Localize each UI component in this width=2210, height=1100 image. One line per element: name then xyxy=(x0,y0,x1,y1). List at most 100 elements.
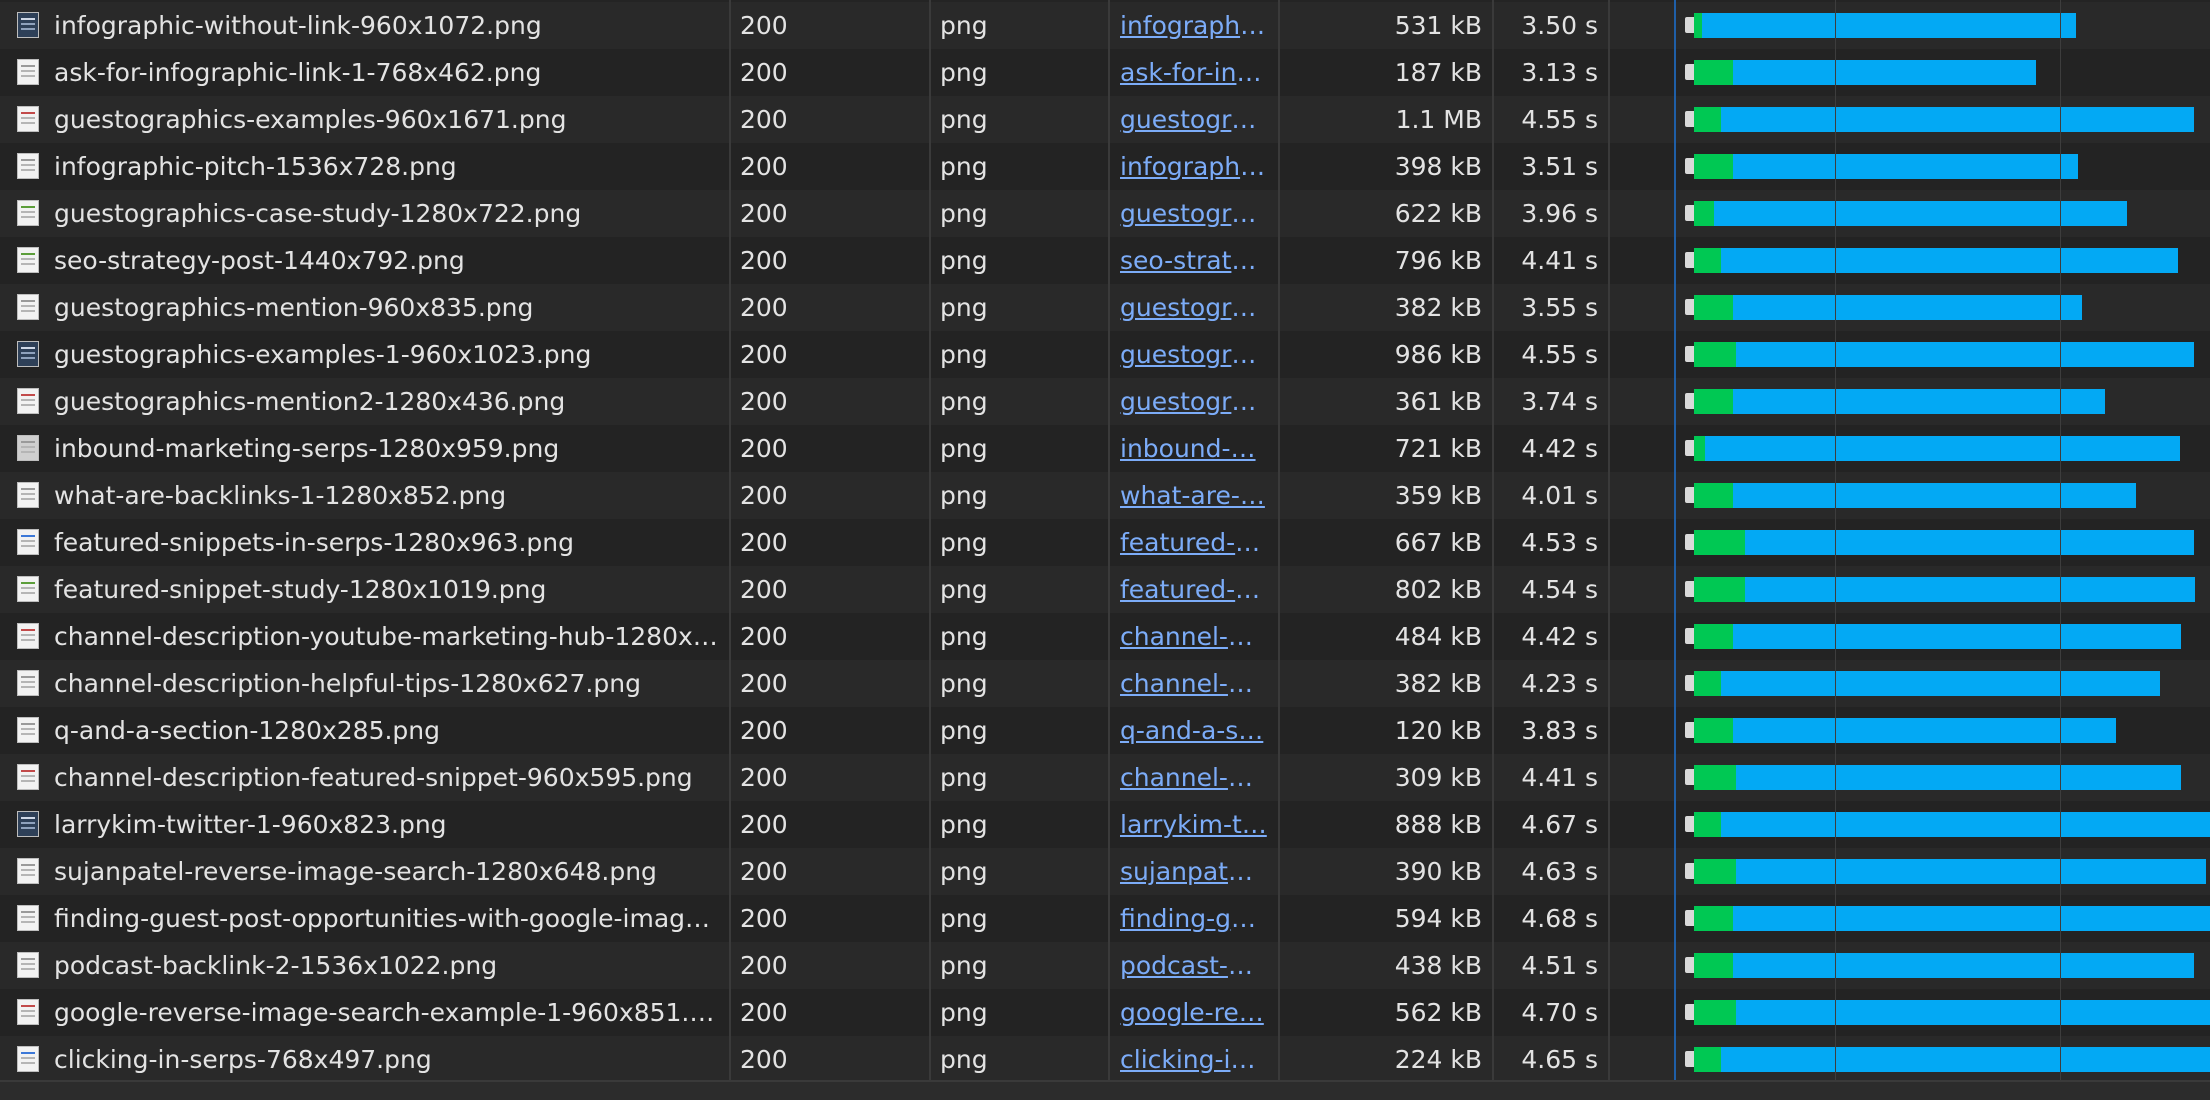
table-row[interactable]: seo-strategy-post-1440x792.png 200 png seo-… xyxy=(0,237,2210,284)
table-row[interactable]: ask-for-infographic-link-1-768x462.png 20… xyxy=(0,49,2210,96)
initiator-link[interactable]: guestogra… xyxy=(1120,190,1268,237)
status-code: 200 xyxy=(740,716,788,745)
initiator-link[interactable]: guestogra… xyxy=(1120,331,1268,378)
initiator-link[interactable]: ask-for-inf… xyxy=(1120,49,1268,96)
initiator-link[interactable]: sujanpatel… xyxy=(1120,848,1268,895)
column-divider-waterfall[interactable] xyxy=(1608,0,1610,1098)
table-row[interactable]: channel-description-featured-snippet-960… xyxy=(0,754,2210,801)
request-name[interactable]: infographic-pitch-1536x728.png xyxy=(54,143,718,190)
initiator-link[interactable]: podcast-b… xyxy=(1120,942,1268,989)
initiator-link[interactable]: inbound-… xyxy=(1120,425,1268,472)
initiator-link[interactable]: infographi… xyxy=(1120,143,1268,190)
request-name[interactable]: podcast-backlink-2-1536x1022.png xyxy=(54,942,718,989)
image-file-icon xyxy=(17,247,39,273)
request-name[interactable]: google-reverse-image-search-example-1-96… xyxy=(54,989,718,1036)
request-name[interactable]: guestographics-mention2-1280x436.png xyxy=(54,378,718,425)
status-code: 200 xyxy=(740,152,788,181)
initiator-link[interactable]: channel-d… xyxy=(1120,613,1268,660)
resource-type: png xyxy=(940,951,988,980)
column-divider-size[interactable] xyxy=(1278,0,1280,1098)
initiator-link[interactable]: finding-gu… xyxy=(1120,895,1268,942)
waterfall-ttfb-bar xyxy=(1694,1000,1736,1025)
waterfall-ttfb-bar xyxy=(1694,248,1721,273)
table-row[interactable]: channel-description-youtube-marketing-hu… xyxy=(0,613,2210,660)
column-divider-type[interactable] xyxy=(929,0,931,1098)
transfer-size: 390 kB xyxy=(1394,857,1482,886)
table-row[interactable]: channel-description-helpful-tips-1280x62… xyxy=(0,660,2210,707)
initiator-link[interactable]: google-re… xyxy=(1120,989,1268,1036)
image-file-icon xyxy=(17,623,39,649)
status-code: 200 xyxy=(740,998,788,1027)
request-name[interactable]: sujanpatel-reverse-image-search-1280x648… xyxy=(54,848,718,895)
request-name[interactable]: featured-snippets-in-serps-1280x963.png xyxy=(54,519,718,566)
request-name[interactable]: clicking-in-serps-768x497.png xyxy=(54,1036,718,1083)
table-row[interactable]: finding-guest-post-opportunities-with-go… xyxy=(0,895,2210,942)
table-row[interactable]: guestographics-mention2-1280x436.png 200 p… xyxy=(0,378,2210,425)
request-name[interactable]: guestographics-examples-960x1671.png xyxy=(54,96,718,143)
request-name[interactable]: channel-description-featured-snippet-960… xyxy=(54,754,718,801)
resource-type: png xyxy=(940,998,988,1027)
image-file-icon xyxy=(17,294,39,320)
table-row[interactable]: guestographics-mention-960x835.png 200 png… xyxy=(0,284,2210,331)
waterfall-download-bar xyxy=(1736,342,2194,367)
initiator-link[interactable]: guestogra… xyxy=(1120,284,1268,331)
initiator-link[interactable]: clicking-in… xyxy=(1120,1036,1268,1083)
request-name[interactable]: guestographics-case-study-1280x722.png xyxy=(54,190,718,237)
table-row[interactable]: google-reverse-image-search-example-1-96… xyxy=(0,989,2210,1036)
request-name[interactable]: inbound-marketing-serps-1280x959.png xyxy=(54,425,718,472)
resource-type: png xyxy=(940,11,988,40)
request-name[interactable]: infographic-without-link-960x1072.png xyxy=(54,2,718,49)
table-row[interactable]: podcast-backlink-2-1536x1022.png 200 png po… xyxy=(0,942,2210,989)
initiator-link[interactable]: infographi… xyxy=(1120,2,1268,49)
request-time: 3.74 s xyxy=(1521,387,1598,416)
table-row[interactable]: what-are-backlinks-1-1280x852.png 200 png w… xyxy=(0,472,2210,519)
table-row[interactable]: inbound-marketing-serps-1280x959.png 200 p… xyxy=(0,425,2210,472)
table-row[interactable]: larrykim-twitter-1-960x823.png 200 png larr… xyxy=(0,801,2210,848)
waterfall-download-bar xyxy=(1714,201,2127,226)
transfer-size: 382 kB xyxy=(1394,293,1482,322)
initiator-link[interactable]: seo-strate… xyxy=(1120,237,1268,284)
initiator-link[interactable]: channel-d… xyxy=(1120,660,1268,707)
initiator-link[interactable]: larrykim-t… xyxy=(1120,801,1268,848)
request-name[interactable]: larrykim-twitter-1-960x823.png xyxy=(54,801,718,848)
waterfall-ttfb-bar xyxy=(1694,812,1721,837)
initiator-link[interactable]: channel-d… xyxy=(1120,754,1268,801)
resource-type: png xyxy=(940,810,988,839)
request-name[interactable]: featured-snippet-study-1280x1019.png xyxy=(54,566,718,613)
status-code: 200 xyxy=(740,58,788,87)
table-row[interactable]: q-and-a-section-1280x285.png 200 png q-and-… xyxy=(0,707,2210,754)
initiator-link[interactable]: featured-s… xyxy=(1120,566,1268,613)
request-name[interactable]: finding-guest-post-opportunities-with-go… xyxy=(54,895,718,942)
table-row[interactable]: infographic-without-link-960x1072.png 200… xyxy=(0,2,2210,49)
initiator-link[interactable]: q-and-a-s… xyxy=(1120,707,1268,754)
column-divider-status[interactable] xyxy=(729,0,731,1098)
request-time: 4.41 s xyxy=(1521,246,1598,275)
request-name[interactable]: q-and-a-section-1280x285.png xyxy=(54,707,718,754)
waterfall-ttfb-bar xyxy=(1694,295,1733,320)
table-row[interactable]: infographic-pitch-1536x728.png 200 png info… xyxy=(0,143,2210,190)
initiator-link[interactable]: guestogra… xyxy=(1120,378,1268,425)
request-name[interactable]: ask-for-infographic-link-1-768x462.png xyxy=(54,49,718,96)
table-row[interactable]: sujanpatel-reverse-image-search-1280x648… xyxy=(0,848,2210,895)
request-name[interactable]: channel-description-youtube-marketing-hu… xyxy=(54,613,718,660)
resource-type: png xyxy=(940,293,988,322)
request-name[interactable]: what-are-backlinks-1-1280x852.png xyxy=(54,472,718,519)
transfer-size: 562 kB xyxy=(1394,998,1482,1027)
request-name[interactable]: guestographics-mention-960x835.png xyxy=(54,284,718,331)
table-row[interactable]: featured-snippets-in-serps-1280x963.png 2… xyxy=(0,519,2210,566)
request-name[interactable]: seo-strategy-post-1440x792.png xyxy=(54,237,718,284)
initiator-link[interactable]: what-are-… xyxy=(1120,472,1268,519)
column-divider-time[interactable] xyxy=(1492,0,1494,1098)
waterfall-queue-bar xyxy=(1685,1051,1694,1067)
initiator-link[interactable]: featured-s… xyxy=(1120,519,1268,566)
request-name[interactable]: guestographics-examples-1-960x1023.png xyxy=(54,331,718,378)
column-divider-initiator[interactable] xyxy=(1108,0,1110,1098)
table-row[interactable]: featured-snippet-study-1280x1019.png 200 p… xyxy=(0,566,2210,613)
table-row[interactable]: guestographics-examples-1-960x1023.png 20… xyxy=(0,331,2210,378)
request-name[interactable]: channel-description-helpful-tips-1280x62… xyxy=(54,660,718,707)
waterfall-ttfb-bar xyxy=(1694,1047,1721,1072)
table-row[interactable]: guestographics-examples-960x1671.png 200 p… xyxy=(0,96,2210,143)
table-row[interactable]: clicking-in-serps-768x497.png 200 png click… xyxy=(0,1036,2210,1083)
initiator-link[interactable]: guestogra… xyxy=(1120,96,1268,143)
table-row[interactable]: guestographics-case-study-1280x722.png 20… xyxy=(0,190,2210,237)
